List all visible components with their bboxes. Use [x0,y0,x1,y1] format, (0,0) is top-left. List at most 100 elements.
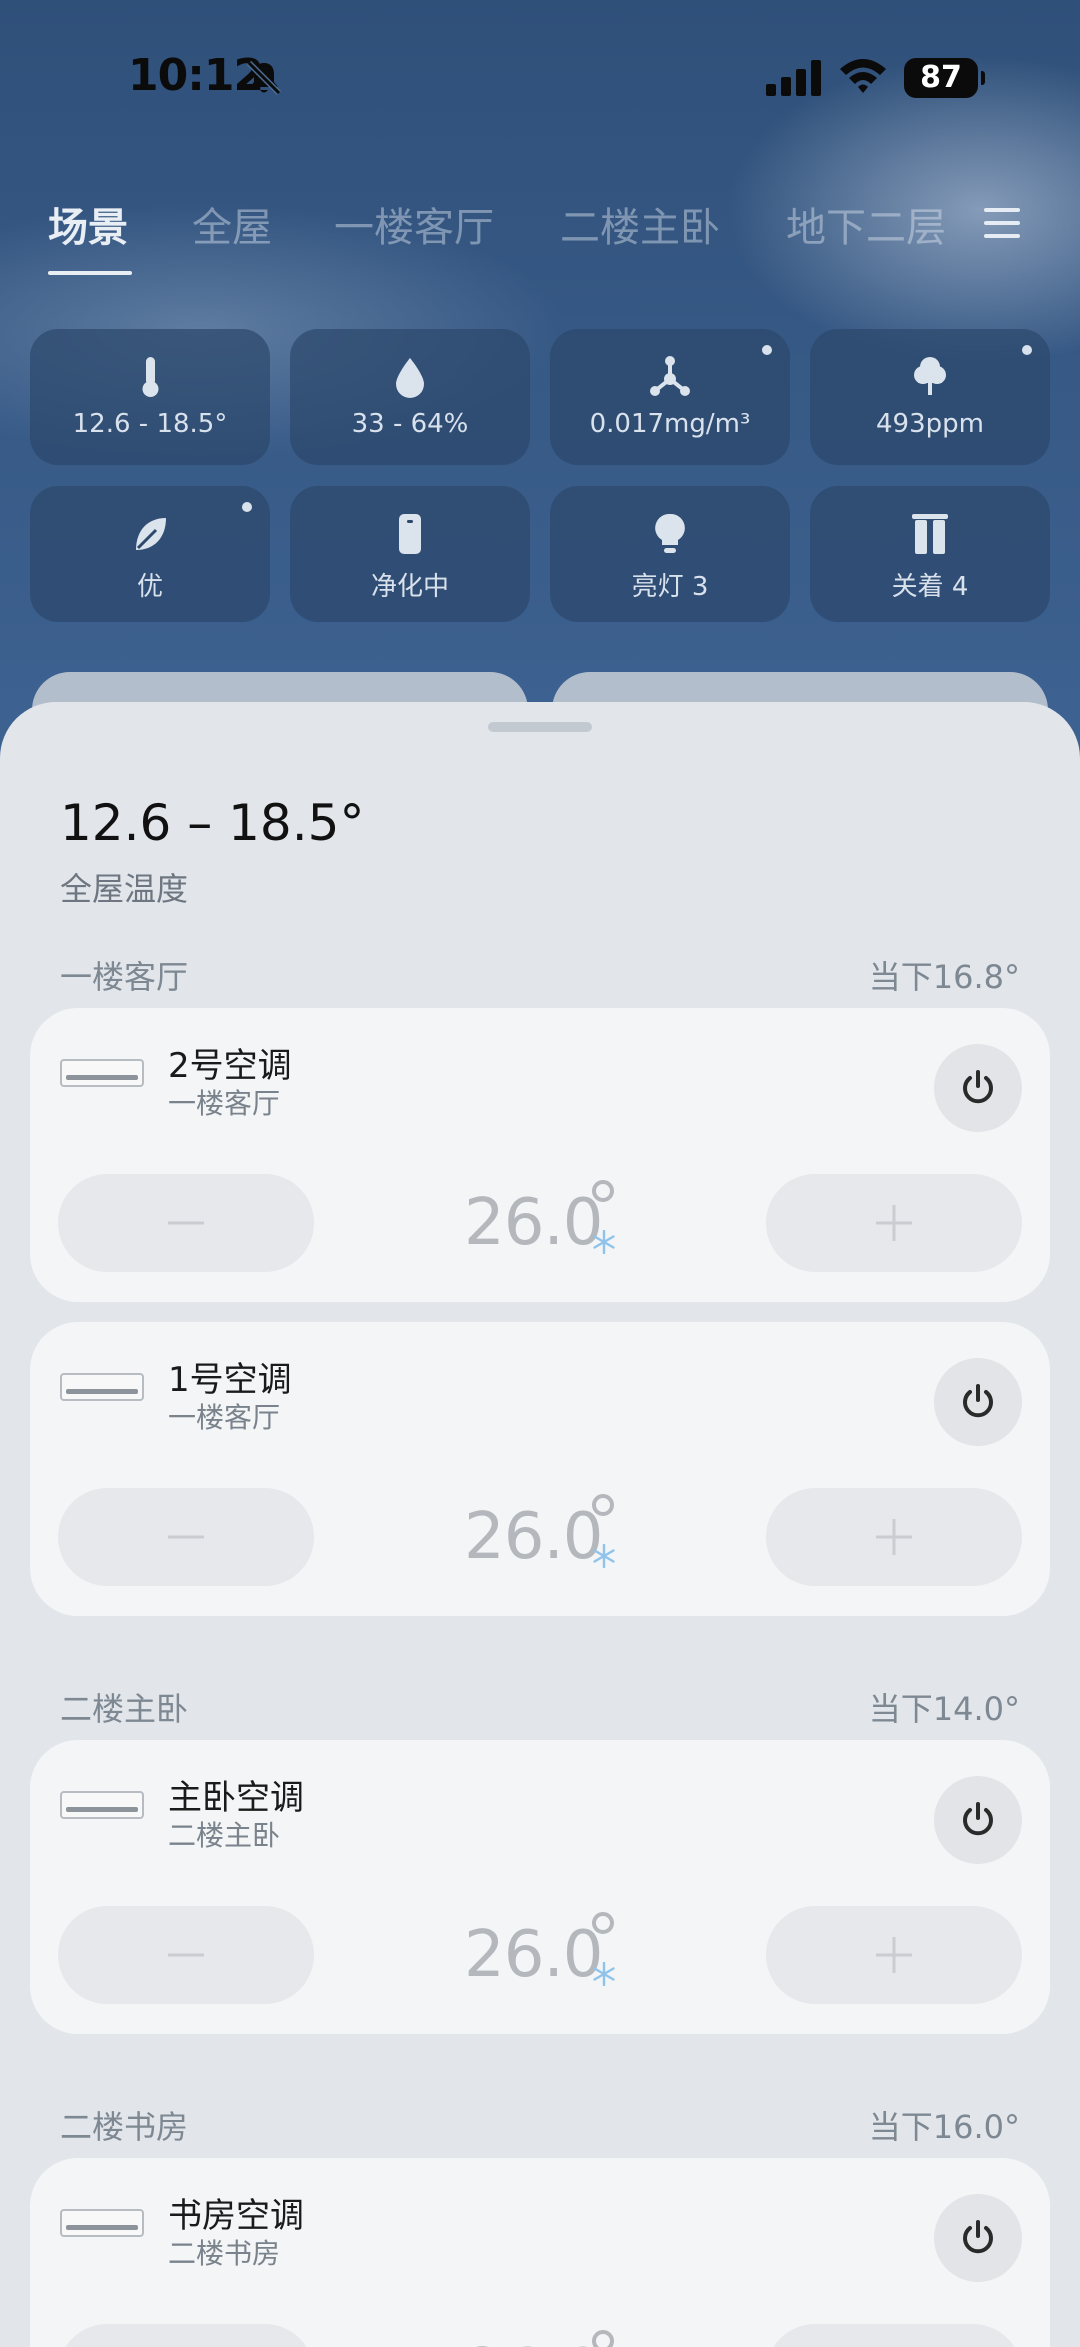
power-button[interactable] [934,1776,1022,1864]
degree-icon [592,1494,614,1516]
increase-temp-button[interactable] [766,1906,1022,2004]
alert-dot [762,345,772,355]
decrease-temp-button[interactable] [58,1174,314,1272]
ac-name: 2号空调 [168,1046,292,1086]
room-name: 二楼书房 [60,2108,189,2146]
humidity-tile[interactable]: 33 - 64% [290,329,530,465]
ac-card[interactable]: 1号空调 一楼客厅 26.0 [30,1322,1050,1616]
minus-icon [168,1953,204,1957]
curtains-tile[interactable]: 关着 4 [810,486,1050,622]
sheet-grabber[interactable] [488,722,592,732]
water-drop-icon [396,358,424,398]
power-button[interactable] [934,1044,1022,1132]
tab-living-room[interactable]: 一楼客厅 [334,195,494,253]
wifi-icon [840,59,886,93]
snowflake-icon [593,1230,615,1254]
power-button[interactable] [934,2194,1022,2282]
light-bulb-icon [655,513,685,553]
co2-tile[interactable]: 493ppm [810,329,1050,465]
room-tabs: 场景 全屋 一楼客厅 二楼主卧 地下二层 [0,195,1080,285]
air-conditioner-icon [60,1059,144,1087]
air-quality-tile[interactable]: 优 [30,486,270,622]
lights-on-label: 亮灯 3 [631,572,709,602]
power-icon [963,2220,993,2254]
ac-room: 二楼书房 [168,2237,281,2270]
ac-room: 二楼主卧 [168,1819,281,1852]
status-time: 10:12 [128,50,264,101]
ac-room: 一楼客厅 [168,1087,281,1120]
ac-name: 主卧空调 [168,1778,304,1818]
temperature-range-label: 12.6 - 18.5° [72,409,228,439]
degree-icon [592,1180,614,1202]
tab-underline [48,271,132,275]
room-header: 一楼客厅 当下16.8° [60,952,1020,996]
lights-tile[interactable]: 亮灯 3 [550,486,790,622]
tab-scene[interactable]: 场景 [48,195,128,253]
sheet-subtitle: 全屋温度 [60,870,189,908]
alert-dot [1022,345,1032,355]
ac-target-temp: 26.0 [464,2336,603,2347]
air-conditioner-icon [60,2209,144,2237]
formaldehyde-tile[interactable]: 0.017mg/m³ [550,329,790,465]
ac-card[interactable]: 2号空调 一楼客厅 26.0 [30,1008,1050,1302]
air-purifier-icon [399,514,421,554]
air-conditioner-icon [60,1791,144,1819]
degree-icon [592,1912,614,1934]
plus-icon [876,1205,912,1241]
room-name: 一楼客厅 [60,958,189,996]
increase-temp-button[interactable] [766,2324,1022,2347]
status-bar: 10:12 87 [0,0,1080,150]
room-current-temp: 当下14.0° [868,1690,1020,1728]
increase-temp-button[interactable] [766,1488,1022,1586]
sheet-title: 12.6 – 18.5° [60,794,365,852]
room-current-temp: 当下16.0° [868,2108,1020,2146]
menu-icon[interactable] [982,206,1022,240]
room-header: 二楼主卧 当下14.0° [60,1684,1020,1728]
room-name: 二楼主卧 [60,1690,189,1728]
plus-icon [876,1937,912,1973]
ac-name: 1号空调 [168,1360,292,1400]
cellular-signal-icon [766,60,821,96]
ac-name: 书房空调 [168,2196,304,2236]
air-quality-label: 优 [136,572,163,602]
plus-icon [876,1519,912,1555]
ac-card[interactable]: 主卧空调 二楼主卧 26.0 [30,1740,1050,2034]
power-icon [963,1802,993,1836]
tab-whole-house[interactable]: 全屋 [192,195,272,253]
molecule-icon [650,356,690,396]
room-header: 二楼书房 当下16.0° [60,2102,1020,2146]
cloud-tree-icon [914,357,946,395]
curtain-icon [912,514,948,554]
temperature-sheet: 12.6 – 18.5° 全屋温度 一楼客厅 当下16.8° 2号空调 一楼客厅… [0,702,1080,2347]
power-icon [963,1384,993,1418]
curtains-closed-label: 关着 4 [891,572,969,602]
power-button[interactable] [934,1358,1022,1446]
temperature-tile[interactable]: 12.6 - 18.5° [30,329,270,465]
ac-room: 一楼客厅 [168,1401,281,1434]
purifier-status-label: 净化中 [370,572,449,602]
snowflake-icon [593,1962,615,1986]
purifier-tile[interactable]: 净化中 [290,486,530,622]
formaldehyde-label: 0.017mg/m³ [589,409,751,439]
degree-icon [592,2330,614,2347]
humidity-range-label: 33 - 64% [351,409,469,439]
thermometer-icon [142,357,159,397]
increase-temp-button[interactable] [766,1174,1022,1272]
ac-target-temp: 26.0 [464,1918,603,1992]
tab-basement-2[interactable]: 地下二层 [786,195,954,253]
decrease-temp-button[interactable] [58,2324,314,2347]
alert-dot [242,502,252,512]
ac-card[interactable]: 书房空调 二楼书房 26.0 [30,2158,1050,2347]
leaf-icon [136,518,166,550]
minus-icon [168,1535,204,1539]
bell-slash-icon [246,60,282,96]
air-conditioner-icon [60,1373,144,1401]
minus-icon [168,1221,204,1225]
decrease-temp-button[interactable] [58,1906,314,2004]
power-icon [963,1070,993,1104]
tab-master-bedroom[interactable]: 二楼主卧 [560,195,720,253]
snowflake-icon [593,1544,615,1568]
room-current-temp: 当下16.8° [868,958,1020,996]
ac-target-temp: 26.0 [464,1500,603,1574]
decrease-temp-button[interactable] [58,1488,314,1586]
